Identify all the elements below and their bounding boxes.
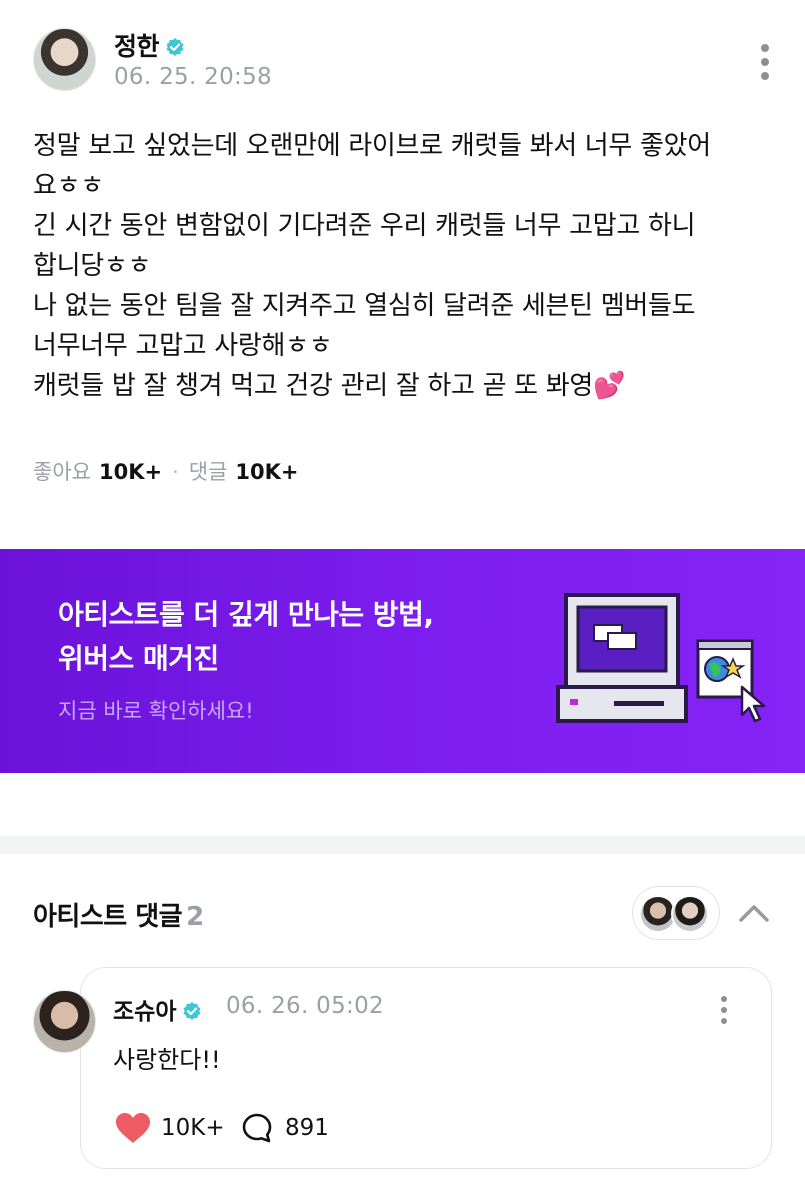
heart-icon (116, 1113, 150, 1143)
post-line: 정말 보고 싶었는데 오랜만에 라이브로 캐럿들 봐서 너무 좋았어 (33, 131, 711, 161)
comment-timestamp: 06. 26. 05:02 (226, 993, 384, 1019)
comment-more-vertical-icon[interactable] (721, 996, 729, 1024)
section-divider (0, 836, 805, 854)
comment-text: 사랑한다!! (113, 1046, 221, 1074)
verified-badge-icon (166, 38, 184, 56)
artist-comments-label: 아티스트 댓글 (33, 902, 183, 932)
artist-avatar (671, 895, 709, 933)
comment-author-avatar[interactable] (33, 990, 96, 1053)
author-avatar[interactable] (33, 28, 96, 91)
likes-count[interactable]: 10K+ (99, 460, 162, 484)
comments-count[interactable]: 10K+ (235, 460, 298, 484)
author-name[interactable]: 정한 (114, 27, 185, 63)
comments-label: 댓글 (188, 460, 228, 484)
author-name-text: 정한 (114, 32, 160, 61)
banner-title-line2: 위버스 매거진 (58, 642, 219, 675)
retro-computer-illustration (556, 593, 766, 723)
banner-subtitle: 지금 바로 확인하세요! (58, 699, 254, 723)
verified-badge-icon (183, 1002, 201, 1020)
post-header: 정한 06. 25. 20:58 (0, 0, 805, 110)
post-line: 캐럿들 밥 잘 챙겨 먹고 건강 관리 잘 하고 곧 또 봐영💕 (33, 371, 626, 401)
artist-comment-card: 조슈아 06. 26. 05:02 사랑한다!! 10K+ 891 (80, 967, 772, 1169)
comment-author-text: 조슈아 (113, 999, 177, 1025)
comment-like-button[interactable]: 10K+ (115, 1110, 225, 1146)
stats-separator: · (172, 460, 179, 484)
post-line: 너무너무 고맙고 사랑해ㅎㅎ (33, 331, 333, 361)
banner-title: 아티스트를 더 깊게 만나는 방법, 위버스 매거진 (58, 593, 434, 681)
artist-comments-title: 아티스트 댓글 2 (33, 896, 204, 933)
comment-like-count: 10K+ (161, 1115, 225, 1141)
post-line: 나 없는 동안 팀을 잘 지켜주고 열심히 달려준 세븐틴 멤버들도 (33, 291, 696, 321)
post-line: 긴 시간 동안 변함없이 기다려준 우리 캐럿들 너무 고맙고 하니 (33, 211, 696, 241)
post-timestamp: 06. 25. 20:58 (114, 64, 272, 90)
artist-avatars-group[interactable] (632, 886, 720, 940)
more-vertical-icon[interactable] (759, 44, 771, 84)
post-body: 정말 보고 싶었는데 오랜만에 라이브로 캐럿들 봐서 너무 좋았어 요ㅎㅎ 긴… (33, 126, 778, 406)
post-stats: 좋아요 10K+ · 댓글 10K+ (33, 456, 298, 486)
post-line: 합니당ㅎㅎ (33, 251, 152, 281)
comment-author[interactable]: 조슈아 (113, 992, 202, 1026)
banner-title-line1: 아티스트를 더 깊게 만나는 방법, (58, 598, 434, 631)
comment-bubble-icon (242, 1113, 272, 1143)
likes-label: 좋아요 (33, 460, 91, 484)
chevron-up-icon[interactable] (737, 898, 771, 928)
comment-reply-button[interactable]: 891 (241, 1110, 329, 1146)
artist-comments-count: 2 (186, 902, 204, 932)
magazine-banner[interactable]: 아티스트를 더 깊게 만나는 방법, 위버스 매거진 지금 바로 확인하세요! (0, 549, 805, 773)
comment-reply-count: 891 (285, 1115, 329, 1141)
post-line: 요ㅎㅎ (33, 171, 104, 201)
